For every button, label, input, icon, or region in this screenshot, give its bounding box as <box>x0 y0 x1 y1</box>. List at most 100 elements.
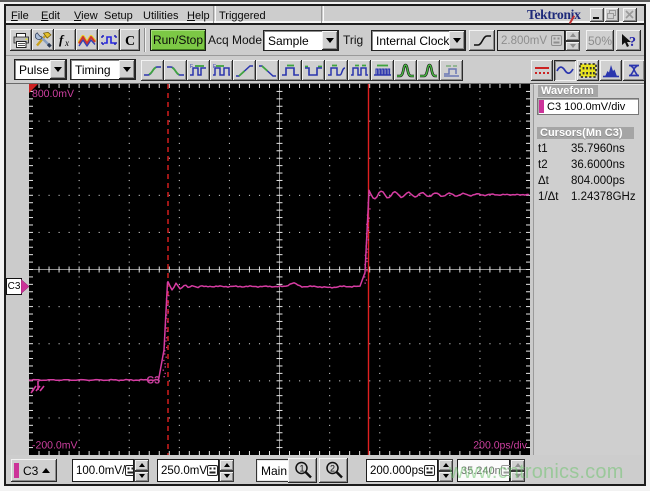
menu-utilities[interactable]: Utilities <box>143 10 178 22</box>
menubar-separator <box>321 6 324 23</box>
zoom-1-button[interactable]: 1 <box>288 458 317 483</box>
measure-rise-smooth-icon <box>144 65 161 76</box>
spin-up-button[interactable] <box>565 30 580 41</box>
triangle-down-icon <box>326 38 334 43</box>
channel-select-button[interactable]: C3 <box>11 459 57 482</box>
chevron-up-icon <box>42 468 51 473</box>
triangle-down-icon <box>138 474 145 479</box>
measure-pulse-f-button[interactable]: F <box>210 60 233 81</box>
combo-value: Sample <box>268 33 309 48</box>
display-histogram-mode-button[interactable] <box>600 60 622 81</box>
menu-help[interactable]: Help <box>187 10 210 22</box>
fx-icon: fx <box>59 32 69 48</box>
chevron-down-icon[interactable] <box>50 60 66 79</box>
measure-gaussian-cursor-icon <box>420 63 437 78</box>
field-value: 2.800mV <box>501 34 548 47</box>
display-dots-mode-button[interactable] <box>531 60 553 81</box>
display-vector-mode-icon <box>556 66 574 74</box>
close-button[interactable] <box>623 8 637 22</box>
waveform-list[interactable]: C3 100.0mV/div <box>537 98 639 115</box>
measure-gaussian-cursor-button[interactable] <box>417 60 440 81</box>
restore-button[interactable] <box>605 8 619 22</box>
utilities-tools-button[interactable] <box>32 29 54 51</box>
trigger-status: Triggered <box>219 10 266 22</box>
triangle-up-icon <box>138 462 145 467</box>
measure-burst-button[interactable] <box>371 60 394 81</box>
menu-view[interactable]: View <box>74 10 98 22</box>
vertical-scale-spinner[interactable] <box>134 459 149 482</box>
display-color-grade-button[interactable] <box>577 60 599 81</box>
measure-ramp-rise-icon <box>236 64 253 77</box>
measure-fall-smooth-button[interactable] <box>164 60 187 81</box>
acq-mode-label: Acq Mode <box>208 33 263 47</box>
menu-edit[interactable]: Edit <box>41 10 60 22</box>
svg-text:1: 1 <box>299 464 304 474</box>
measure-ramp-fall-button[interactable] <box>256 60 279 81</box>
menu-setup[interactable]: Setup <box>104 10 133 22</box>
waveform-database-button[interactable] <box>76 29 98 51</box>
autoset-button[interactable] <box>98 29 120 51</box>
c3-color-swatch <box>539 100 544 113</box>
run-stop-button[interactable]: Run/Stop <box>150 29 206 51</box>
timebase-main-box[interactable]: Main <box>256 459 290 482</box>
svg-text:2: 2 <box>330 464 335 474</box>
acq-mode-select[interactable]: Sample <box>263 30 339 51</box>
measure-negative-pulse-button[interactable] <box>302 60 325 81</box>
tools-icon <box>34 32 52 48</box>
chevron-down-icon[interactable] <box>119 60 135 79</box>
waveform-header: Waveform <box>538 85 598 97</box>
zoom-2-button[interactable]: 2 <box>319 458 348 483</box>
display-vector-mode-button[interactable] <box>554 60 576 81</box>
measure-pulse-rise-pair-button[interactable] <box>325 60 348 81</box>
readout-t2: t2 36.6000ns <box>538 159 625 171</box>
context-help-button[interactable]: ? <box>616 30 641 51</box>
measure-pulse-rise-pair-icon <box>328 64 346 76</box>
vertical-scale-field[interactable]: 100.0mV/ <box>72 459 137 482</box>
spin-down-button[interactable] <box>219 470 234 482</box>
autoset-icon <box>100 35 117 45</box>
restore-icon <box>607 10 616 19</box>
timing-select[interactable]: Timing <box>70 59 136 80</box>
trigger-source-select[interactable]: Internal Clock <box>371 30 466 51</box>
measure-rise-smooth-button[interactable] <box>141 60 164 81</box>
horizontal-scale-field[interactable]: 200.000ps <box>366 459 438 482</box>
measure-pulse-train-button[interactable] <box>348 60 371 81</box>
print-button[interactable] <box>10 29 32 51</box>
spin-down-button[interactable] <box>565 40 580 51</box>
measure-negative-pulse-icon <box>305 65 322 76</box>
readout-delta-t: Δt 804.000ps <box>538 175 625 187</box>
channel-c3-marker[interactable]: C3 <box>6 278 31 295</box>
field-value: 200.000ps <box>370 464 424 477</box>
channel-c-button[interactable]: C <box>120 29 140 51</box>
h-scale-label: 200.0ps/div <box>473 440 527 452</box>
svg-text:?: ? <box>629 35 636 49</box>
spin-up-button[interactable] <box>219 459 234 471</box>
trigger-level-spinner <box>565 30 580 51</box>
menu-file[interactable]: File <box>11 10 29 22</box>
vertical-offset-field[interactable]: 250.0mV <box>157 459 219 482</box>
math-fx-button[interactable]: fx <box>54 29 76 51</box>
pulse-select[interactable]: Pulse <box>14 59 67 80</box>
readout-inverse-delta-t: 1/Δt 1.24378GHz <box>538 191 636 203</box>
display-eye-diagram-button[interactable] <box>623 60 645 81</box>
watermark: www.cntronics.com <box>449 461 624 483</box>
measure-gaussian-button[interactable] <box>394 60 417 81</box>
measure-pulse-train-icon <box>351 64 368 76</box>
vertical-offset-spinner[interactable] <box>219 459 234 482</box>
menubar-separator <box>213 6 216 23</box>
spin-down-button[interactable] <box>134 470 149 482</box>
measure-ramp-rise-button[interactable] <box>233 60 256 81</box>
v-bottom-label: -200.0mV <box>32 440 78 452</box>
measure-settle-step-button <box>440 60 463 81</box>
magnifier-2-icon: 2 <box>325 461 343 479</box>
measure-positive-pulse-button[interactable] <box>279 60 302 81</box>
spin-up-button[interactable] <box>134 459 149 471</box>
trigger-slope-button[interactable] <box>469 30 495 51</box>
graticule: 800.0mV -200.0mV 200.0ps/div C3 <box>29 84 530 455</box>
chevron-down-icon[interactable] <box>322 31 338 50</box>
cursors-header: Cursors(Mn C3) <box>537 127 634 139</box>
minimize-icon <box>593 17 599 19</box>
chevron-down-icon[interactable] <box>449 31 465 50</box>
measure-pulse-r-button[interactable]: F <box>187 60 210 81</box>
minimize-button[interactable] <box>590 8 604 22</box>
